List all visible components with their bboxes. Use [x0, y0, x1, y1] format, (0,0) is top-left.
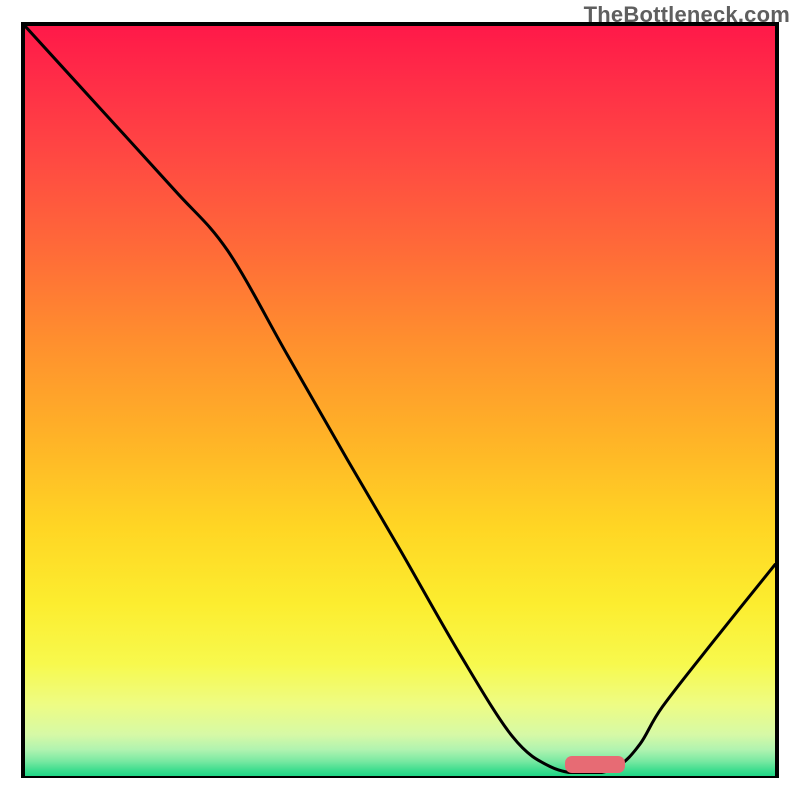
- watermark-text: TheBottleneck.com: [584, 2, 790, 28]
- optimal-marker: [565, 756, 625, 772]
- bottleneck-curve: [25, 26, 775, 774]
- plot-frame: [21, 22, 779, 778]
- plot-area: [25, 26, 775, 774]
- curve-path: [25, 26, 775, 774]
